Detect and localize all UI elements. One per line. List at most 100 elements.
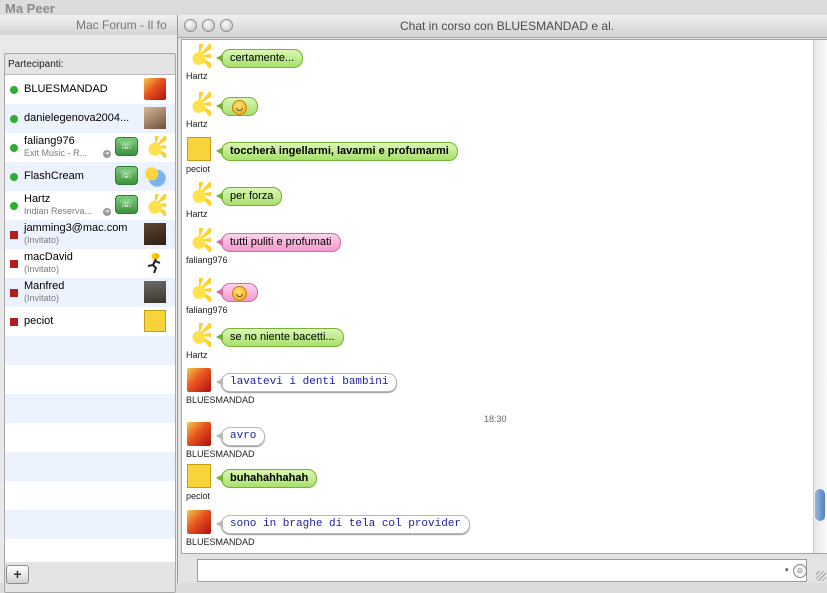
participant-item[interactable]: FlashCream ☏ (5, 162, 175, 191)
avatar (144, 78, 166, 100)
avatar (187, 137, 211, 161)
participant-status-message: (Invitato) (24, 235, 60, 245)
participant-name: BLUESMANDAD (24, 83, 108, 95)
participant-item[interactable]: peciot (5, 307, 175, 336)
message-bubble: ◡ (216, 283, 258, 302)
message-sender: BLUESMANDAD (186, 537, 255, 547)
message-bubble: buhahahhahah (215, 469, 318, 488)
chat-window-title: Chat in corso con BLUESMANDAD e al. (400, 19, 615, 33)
participants-label: Partecipanti: (8, 59, 64, 70)
online-status-icon (10, 173, 18, 181)
avatar (144, 281, 166, 303)
invited-status-icon (10, 318, 18, 326)
chat-window: Chat in corso con BLUESMANDAD e al. cert… (177, 15, 827, 583)
participant-name: Hartz (24, 193, 51, 205)
participant-item[interactable]: BLUESMANDAD (5, 75, 175, 104)
scrollbar-thumb[interactable] (815, 489, 825, 521)
participant-status-message: Exit Music - R... (24, 148, 88, 158)
message-bubble: ◡ (216, 97, 258, 116)
participant-item[interactable]: jamming3@mac.com (Invitato) (5, 220, 175, 249)
avatar (187, 464, 211, 488)
avatar (144, 223, 166, 245)
participant-name: danielegenova2004... (24, 112, 130, 124)
avatar (187, 182, 211, 206)
message-sender: faliang976 (186, 305, 228, 315)
chat-timestamp: 18:30 (484, 414, 507, 424)
avatar (187, 228, 211, 252)
chat-window-titlebar[interactable]: Chat in corso con BLUESMANDAD e al. (178, 15, 827, 38)
participant-item[interactable]: Manfred (Invitato) (5, 278, 175, 307)
participant-name: jamming3@mac.com (24, 222, 128, 234)
avatar (144, 107, 166, 129)
avatar (144, 194, 166, 216)
participant-status-message: (Invitato) (24, 293, 60, 303)
phone-icon[interactable]: ☏ (115, 166, 138, 185)
chat-transcript: certamente... Hartz ◡ Hartz toccherà ing… (181, 39, 827, 554)
participant-name: Manfred (24, 280, 65, 292)
participants-drawer: Partecipanti: BLUESMANDAD danielegenova2… (4, 53, 176, 593)
message-input[interactable]: ▾ ☺ (197, 559, 807, 582)
avatar (187, 510, 211, 534)
avatar (144, 165, 166, 187)
participant-item[interactable]: faliang976 Exit Music - R... ➜ ☏ (5, 133, 175, 162)
background-window-title: Mac Forum - Il fo (76, 18, 167, 32)
message-sender: Hartz (186, 350, 208, 360)
online-status-icon (10, 144, 18, 152)
online-status-icon (10, 115, 18, 123)
avatar (187, 368, 211, 392)
message-sender: BLUESMANDAD (186, 449, 255, 459)
message-sender: Hartz (186, 71, 208, 81)
message-sender: peciot (186, 164, 211, 174)
desktop-menubar-title: Ma Peer (5, 1, 55, 16)
message-sender: Hartz (186, 209, 208, 219)
itunes-arrow-icon[interactable]: ➜ (103, 150, 111, 158)
avatar (144, 136, 166, 158)
smiley-picker-icon[interactable]: ☺ (793, 564, 807, 578)
message-bubble: lavatevi i denti bambini (215, 373, 398, 392)
participants-list: BLUESMANDAD danielegenova2004... faliang… (5, 74, 175, 562)
participant-status-message: Indian Reserva... (24, 206, 93, 216)
smiley-icon: ◡ (232, 286, 247, 301)
window-resize-handle[interactable] (816, 571, 826, 581)
minimize-window-button[interactable] (202, 19, 215, 32)
participant-name: FlashCream (24, 170, 84, 182)
avatar (187, 278, 211, 302)
message-bubble: sono in braghe di tela col provider (215, 515, 471, 534)
background-window: Mac Forum - Il fo Partecipanti: BLUESMAN… (0, 15, 178, 593)
zoom-window-button[interactable] (220, 19, 233, 32)
online-status-icon (10, 86, 18, 94)
message-bubble: tutti puliti e profumati (216, 233, 341, 252)
participant-name: faliang976 (24, 135, 75, 147)
message-sender: peciot (186, 491, 211, 501)
participant-name: macDavid (24, 251, 73, 263)
invited-status-icon (10, 289, 18, 297)
transcript-scrollbar[interactable] (813, 40, 827, 553)
invited-status-icon (10, 231, 18, 239)
participant-name: peciot (24, 315, 54, 327)
avatar (187, 92, 211, 116)
message-bubble: se no niente bacetti... (216, 328, 344, 347)
avatar (187, 323, 211, 347)
add-participant-button[interactable]: + (6, 565, 29, 584)
phone-icon[interactable]: ☏ (115, 137, 138, 156)
chevron-down-icon[interactable]: ▾ (785, 566, 789, 574)
avatar (144, 310, 166, 332)
message-bubble: per forza (215, 187, 283, 206)
participant-item[interactable]: Hartz Indian Reserva... ➜ ☏ (5, 191, 175, 220)
online-status-icon (10, 202, 18, 210)
aim-running-man-icon (144, 252, 166, 274)
smiley-icon: ◡ (232, 100, 247, 115)
participant-item[interactable]: macDavid (Invitato) (5, 249, 175, 278)
message-bubble: certamente... (215, 49, 304, 68)
close-window-button[interactable] (184, 19, 197, 32)
background-window-titlebar[interactable]: Mac Forum - Il fo (0, 15, 178, 35)
itunes-arrow-icon[interactable]: ➜ (103, 208, 111, 216)
participant-status-message: (Invitato) (24, 264, 60, 274)
avatar (187, 422, 211, 446)
message-sender: Hartz (186, 119, 208, 129)
message-bubble: toccherà ingellarmi, lavarmi e profumarm… (216, 142, 458, 161)
phone-icon[interactable]: ☏ (115, 195, 138, 214)
participant-item[interactable]: danielegenova2004... (5, 104, 175, 133)
message-bubble: avro (215, 427, 266, 446)
avatar (187, 44, 211, 68)
